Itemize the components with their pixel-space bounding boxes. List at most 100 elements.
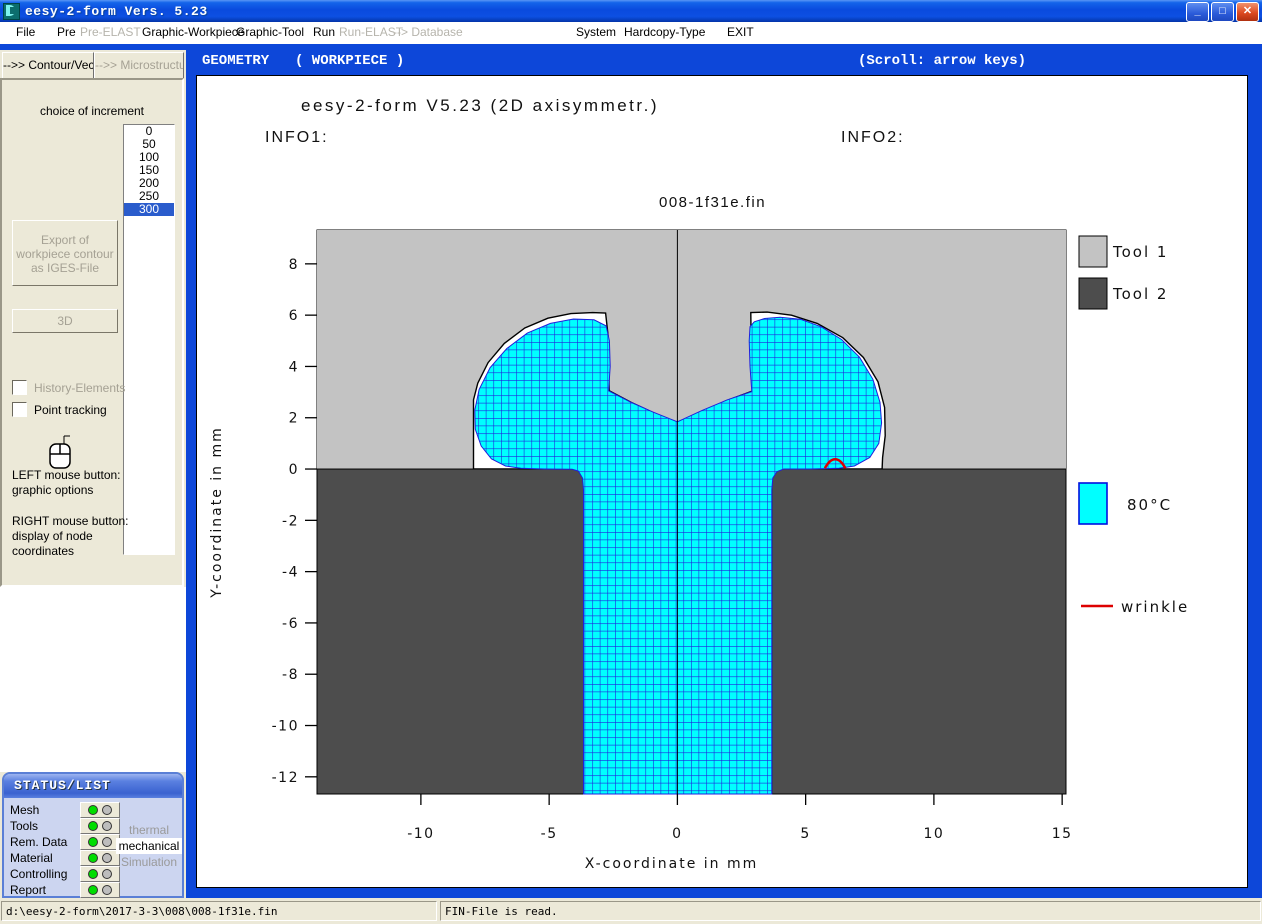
green-status-dot <box>88 869 98 879</box>
gray-status-dot <box>102 885 112 895</box>
legend-label: 80°C <box>1127 496 1172 514</box>
tool2-region <box>772 469 1066 794</box>
app-icon <box>3 3 20 20</box>
increment-label: choice of increment <box>2 104 182 118</box>
menu-system[interactable]: System <box>576 25 616 39</box>
y-tick-label: -6 <box>282 616 299 632</box>
maximize-button[interactable]: □ <box>1211 2 1234 22</box>
material-status-button[interactable] <box>80 850 120 866</box>
gray-status-dot <box>102 837 112 847</box>
y-tick-label: -4 <box>282 565 299 581</box>
gray-status-dot <box>102 821 112 831</box>
x-tick-label: 5 <box>800 826 810 842</box>
green-status-dot <box>88 805 98 815</box>
geometry-svg[interactable]: 86420-2-4-6-8-10-12-10-5051015X-coordina… <box>197 76 1247 887</box>
microstructure-button: -->> Microstructure <box>94 52 184 80</box>
y-axis-title: Y-coordinate in mm <box>209 426 225 599</box>
viewer-object-label: ( WORKPIECE ) <box>295 50 404 72</box>
left-mouse-hint: LEFT mouse button: graphic options <box>12 468 121 498</box>
legend-swatch <box>1079 278 1107 309</box>
controlling-status-button[interactable] <box>80 866 120 882</box>
menu-exit[interactable]: EXIT <box>727 25 754 39</box>
mode-thermal: thermal <box>116 822 182 838</box>
y-tick-label: -10 <box>272 719 299 735</box>
mode-mechanical: mechanical <box>116 838 182 854</box>
mesh-status-button[interactable] <box>80 802 120 818</box>
legend-label: Tool 2 <box>1112 285 1168 303</box>
y-tick-label: 6 <box>289 308 299 324</box>
status-row-mesh: Mesh <box>10 802 120 818</box>
contour-vec-button[interactable]: -->> Contour/Vec. <box>2 52 94 80</box>
gray-status-dot <box>102 805 112 815</box>
green-status-dot <box>88 885 98 895</box>
mode-simulation: Simulation <box>116 854 182 870</box>
close-button[interactable]: ✕ <box>1236 2 1259 22</box>
y-tick-label: 8 <box>289 257 299 273</box>
increment-panel: choice of increment 0 50 100 150 200 250… <box>0 78 184 587</box>
legend-label: wrinkle <box>1121 598 1189 616</box>
viewer-header: GEOMETRY ( WORKPIECE ) (Scroll: arrow ke… <box>190 50 1258 72</box>
title-bar: eesy-2-form Vers. 5.23 _ □ ✕ <box>0 0 1262 22</box>
status-list-panel: STATUS/LIST Mesh Tools Rem. Data Materia… <box>2 772 184 898</box>
legend-swatch <box>1079 483 1107 524</box>
y-tick-label: -12 <box>272 770 299 786</box>
green-status-dot <box>88 853 98 863</box>
gray-status-dot <box>102 869 112 879</box>
statusbar-message: FIN-File is read. <box>440 901 1261 921</box>
minimize-button[interactable]: _ <box>1186 2 1209 22</box>
window-title: eesy-2-form Vers. 5.23 <box>25 4 208 19</box>
increment-listbox[interactable]: 0 50 100 150 200 250 300 <box>123 124 175 555</box>
status-bar: d:\eesy-2-form\2017-3-3\008\008-1f31e.fi… <box>0 899 1262 924</box>
right-mouse-hint: RIGHT mouse button: display of node coor… <box>12 514 129 559</box>
geometry-plot[interactable]: 86420-2-4-6-8-10-12-10-5051015X-coordina… <box>197 76 1249 888</box>
green-status-dot <box>88 837 98 847</box>
tool2-region <box>317 469 584 794</box>
report-status-button[interactable] <box>80 882 120 898</box>
status-row-report: Report <box>10 882 120 898</box>
viewer-scroll-hint: (Scroll: arrow keys) <box>858 50 1026 72</box>
rem-data-status-button[interactable] <box>80 834 120 850</box>
3d-button: 3D <box>12 309 118 333</box>
menu-graphic-workpiece[interactable]: Graphic-Workpiece <box>142 25 244 39</box>
y-tick-label: -2 <box>282 513 299 529</box>
tools-status-button[interactable] <box>80 818 120 834</box>
gray-status-dot <box>102 853 112 863</box>
application-window: { "window": { "title": "eesy-2-form Vers… <box>0 0 1262 924</box>
plot-canvas: eesy-2-form V5.23 (2D axisymmetr.) INFO1… <box>196 75 1248 888</box>
x-tick-label: 0 <box>672 826 682 842</box>
simulation-modes: thermal mechanical Simulation <box>116 822 182 870</box>
menu-hardcopy-type[interactable]: Hardcopy-Type <box>624 25 705 39</box>
status-row-material: Material <box>10 850 120 866</box>
legend-label: Tool 1 <box>1112 243 1168 261</box>
history-elements-checkbox-row: History-Elements <box>12 380 125 395</box>
menu-run[interactable]: Run <box>313 25 335 39</box>
legend-swatch <box>1079 236 1107 267</box>
status-list-title: STATUS/LIST <box>4 774 182 798</box>
y-tick-label: 0 <box>289 462 299 478</box>
sidebar-lower-area <box>0 587 186 772</box>
y-tick-label: -8 <box>282 667 299 683</box>
menu-database: --> Database <box>393 25 463 39</box>
x-tick-label: 15 <box>1052 826 1073 842</box>
point-tracking-checkbox-row[interactable]: Point tracking <box>12 402 107 417</box>
menu-file[interactable]: File <box>16 25 35 39</box>
green-status-dot <box>88 821 98 831</box>
statusbar-file-path: d:\eesy-2-form\2017-3-3\008\008-1f31e.fi… <box>1 901 437 921</box>
mouse-icon <box>44 434 74 472</box>
status-row-rem-data: Rem. Data <box>10 834 120 850</box>
menu-bar: File Pre Pre-ELAST Graphic-Workpiece Gra… <box>0 22 1262 44</box>
y-tick-label: 4 <box>289 359 299 375</box>
y-tick-label: 2 <box>289 411 299 427</box>
point-tracking-checkbox[interactable] <box>12 402 27 417</box>
status-row-tools: Tools <box>10 818 120 834</box>
x-axis-title: X-coordinate in mm <box>585 856 759 872</box>
history-elements-checkbox <box>12 380 27 395</box>
menu-graphic-tool[interactable]: Graphic-Tool <box>236 25 304 39</box>
viewer-mode-label: GEOMETRY <box>202 50 269 72</box>
increment-option-selected[interactable]: 300 <box>124 203 174 216</box>
menu-pre[interactable]: Pre <box>57 25 76 39</box>
x-tick-label: 10 <box>923 826 944 842</box>
menu-pre-elast: Pre-ELAST <box>80 25 141 39</box>
x-tick-label: -10 <box>407 826 434 842</box>
viewer-panel: GEOMETRY ( WORKPIECE ) (Scroll: arrow ke… <box>186 50 1262 898</box>
